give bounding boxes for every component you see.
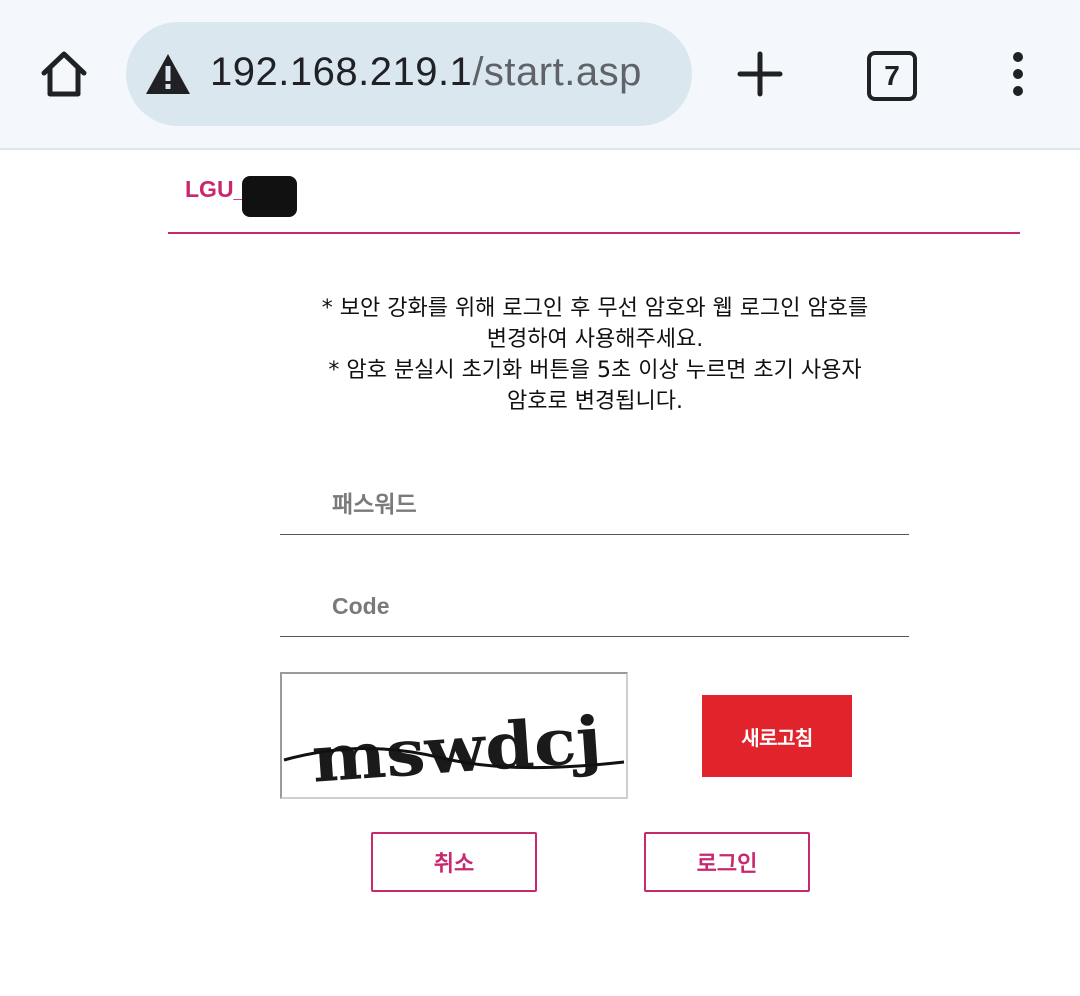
password-field[interactable] — [280, 475, 909, 535]
cancel-button[interactable]: 취소 — [371, 832, 537, 892]
code-field[interactable] — [280, 577, 909, 637]
plus-icon[interactable] — [736, 50, 784, 98]
url-path: /start.asp — [472, 50, 642, 94]
header-divider — [168, 232, 1020, 234]
url-host: 192.168.219.1 — [210, 50, 473, 94]
login-button[interactable]: 로그인 — [644, 832, 810, 892]
tabs-button[interactable]: 7 — [867, 51, 917, 101]
captcha-image: mswdcj — [280, 672, 628, 799]
menu-icon[interactable] — [1004, 50, 1032, 100]
home-icon[interactable] — [36, 46, 92, 102]
browser-toolbar: 192.168.219.1/start.asp 7 — [0, 0, 1080, 150]
notice-line: 암호로 변경됩니다. — [507, 389, 683, 414]
warning-icon[interactable] — [144, 52, 192, 96]
notice-line: * 보안 강화를 위해 로그인 후 무선 암호와 웹 로그인 암호를 — [321, 296, 869, 321]
notice-line: * 암호 분실시 초기화 버튼을 5초 이상 누르면 초기 사용자 — [328, 358, 862, 383]
notice-line: 변경하여 사용해주세요. — [486, 327, 704, 352]
address-bar[interactable]: 192.168.219.1/start.asp — [126, 22, 692, 126]
security-notice: * 보안 강화를 위해 로그인 후 무선 암호와 웹 로그인 암호를 변경하여 … — [270, 293, 920, 417]
redaction-block — [242, 176, 297, 217]
url-text: 192.168.219.1/start.asp — [210, 50, 642, 95]
brand-title: LGU_ — [185, 176, 247, 202]
refresh-button[interactable]: 새로고침 — [702, 695, 852, 777]
